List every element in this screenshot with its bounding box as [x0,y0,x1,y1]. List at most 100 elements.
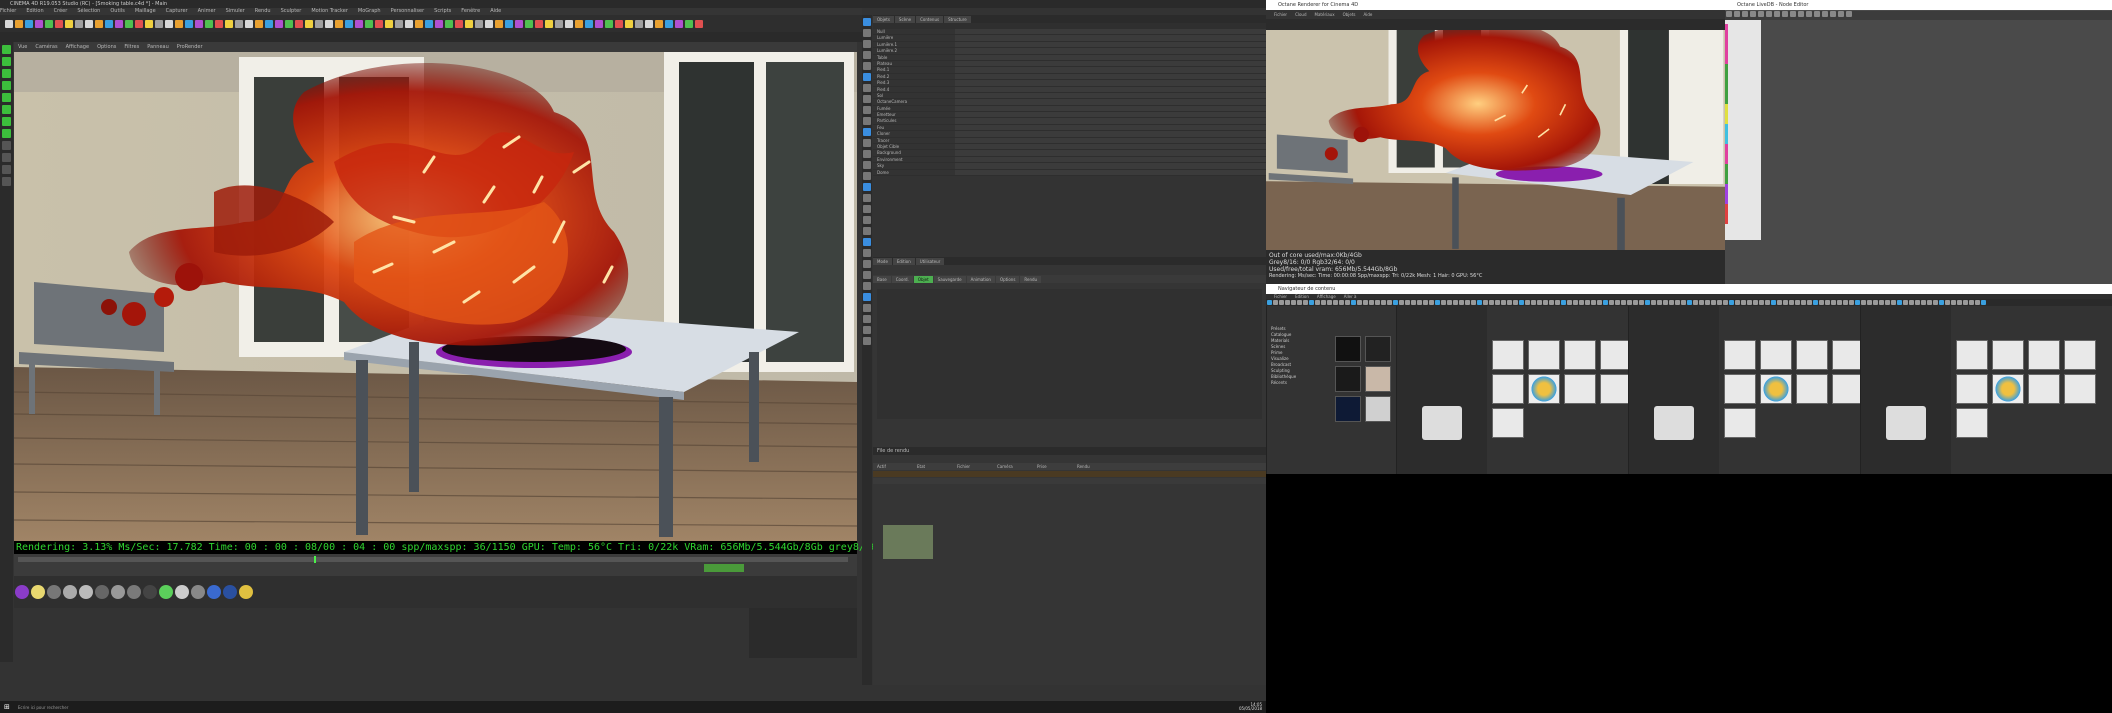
browser-tool-icon[interactable] [1728,300,1734,305]
browser-tool-icon[interactable] [1608,300,1614,305]
attribute-section-tab[interactable]: Coord. [891,275,913,283]
browser-tool-icon[interactable] [1914,300,1920,305]
browser-menu[interactable]: Affichage [1317,294,1336,299]
browser-tool-icon[interactable] [1536,300,1542,305]
browser-tool-icon[interactable] [1806,300,1812,305]
browser-tool-icon[interactable] [1506,300,1512,305]
toolbar-icon[interactable] [685,19,693,28]
toolbar-icon[interactable] [625,19,633,28]
viewport-menu-4[interactable]: Filtres [124,42,139,52]
browser-tool-icon[interactable] [1302,300,1308,305]
right-tool-icon[interactable] [863,205,871,213]
toolbar-icon[interactable] [65,19,73,28]
node-tool-icon[interactable] [1734,11,1740,17]
browser-tool-icon[interactable] [1560,300,1566,305]
left-tool-icon[interactable] [2,69,11,78]
toolbar-icon[interactable] [455,19,463,28]
right-tool-icon[interactable] [863,139,871,147]
node-tool-icon[interactable] [1774,11,1780,17]
browser-tool-icon[interactable] [1362,300,1368,305]
material-swatch[interactable] [207,585,221,599]
toolbar-icon[interactable] [135,19,143,28]
material-swatch[interactable] [31,585,45,599]
node-tool-icon[interactable] [1766,11,1772,17]
toolbar-icon[interactable] [35,19,43,28]
object-manager-tab[interactable]: Contenus [916,15,944,23]
toolbar-icon[interactable] [265,19,273,28]
browser-tool-icon[interactable] [1344,300,1350,305]
browser-tool-icon[interactable] [1770,300,1776,305]
right-tool-icon[interactable] [863,326,871,334]
right-tool-icon[interactable] [863,95,871,103]
toolbar-icon[interactable] [445,19,453,28]
material-swatch[interactable] [239,585,253,599]
material-swatch[interactable] [95,585,109,599]
menu-13[interactable]: Personnaliser [391,8,425,15]
browser-tool-icon[interactable] [1482,300,1488,305]
toolbar-icon[interactable] [305,19,313,28]
browser-tool-icon[interactable] [1680,300,1686,305]
browser-tool-icon[interactable] [1338,300,1344,305]
browser-tool-icon[interactable] [1944,300,1950,305]
toolbar-icon[interactable] [175,19,183,28]
right-tool-icon[interactable] [863,172,871,180]
browser-tool-icon[interactable] [1428,300,1434,305]
toolbar-icon[interactable] [25,19,33,28]
node-tool-icon[interactable] [1838,11,1844,17]
left-tool-icon[interactable] [2,81,11,90]
browser-tool-icon[interactable] [1554,300,1560,305]
left-tool-icon[interactable] [2,57,11,66]
browser-tool-icon[interactable] [1866,300,1872,305]
toolbar-icon[interactable] [295,19,303,28]
toolbar-icon[interactable] [655,19,663,28]
right-tool-icon[interactable] [863,249,871,257]
right-tool-icon[interactable] [863,40,871,48]
content-thumbnail[interactable] [1492,374,1524,404]
browser-tool-icon[interactable] [1488,300,1494,305]
menu-14[interactable]: Scripts [434,8,451,15]
browser-tool-icon[interactable] [1704,300,1710,305]
browser-tool-icon[interactable] [1596,300,1602,305]
content-thumbnail[interactable] [1724,408,1756,438]
browser-menu[interactable]: Aller à [1344,294,1357,299]
browser-tool-icon[interactable] [1470,300,1476,305]
browser-tool-icon[interactable] [1284,300,1290,305]
browser-tool-icon[interactable] [1272,300,1278,305]
content-thumbnail[interactable] [1796,374,1828,404]
toolbar-icon[interactable] [615,19,623,28]
browser-tool-icon[interactable] [1878,300,1884,305]
browser-tool-icon[interactable] [1746,300,1752,305]
node-tool-icon[interactable] [1742,11,1748,17]
browser-tool-icon[interactable] [1296,300,1302,305]
toolbar-icon[interactable] [45,19,53,28]
browser-tool-icon[interactable] [1692,300,1698,305]
material-swatch[interactable] [127,585,141,599]
browser-tool-icon[interactable] [1290,300,1296,305]
browser-tool-icon[interactable] [1530,300,1536,305]
toolbar-icon[interactable] [285,19,293,28]
browser-tool-icon[interactable] [1896,300,1902,305]
browser-tool-icon[interactable] [1764,300,1770,305]
toolbar-icon[interactable] [345,19,353,28]
toolbar-icon[interactable] [145,19,153,28]
browser-tool-icon[interactable] [1590,300,1596,305]
toolbar-icon[interactable] [495,19,503,28]
content-thumbnail[interactable] [2028,340,2060,370]
attribute-section-tab[interactable]: Animation [966,275,995,283]
content-thumbnail[interactable] [1956,374,1988,404]
browser-tool-icon[interactable] [1374,300,1380,305]
right-tool-icon[interactable] [863,150,871,158]
content-thumbnail[interactable] [1724,374,1756,404]
toolbar-icon[interactable] [85,19,93,28]
material-swatch[interactable] [159,585,173,599]
browser-tool-icon[interactable] [1392,300,1398,305]
browser-tool-icon[interactable] [1404,300,1410,305]
toolbar-icon[interactable] [485,19,493,28]
browser-tool-icon[interactable] [1794,300,1800,305]
browser-tool-icon[interactable] [1512,300,1518,305]
toolbar-icon[interactable] [95,19,103,28]
toolbar-icon[interactable] [355,19,363,28]
browser-tree-item[interactable]: Récents [1271,380,1296,386]
node-tool-icon[interactable] [1750,11,1756,17]
toolbar-icon[interactable] [475,19,483,28]
